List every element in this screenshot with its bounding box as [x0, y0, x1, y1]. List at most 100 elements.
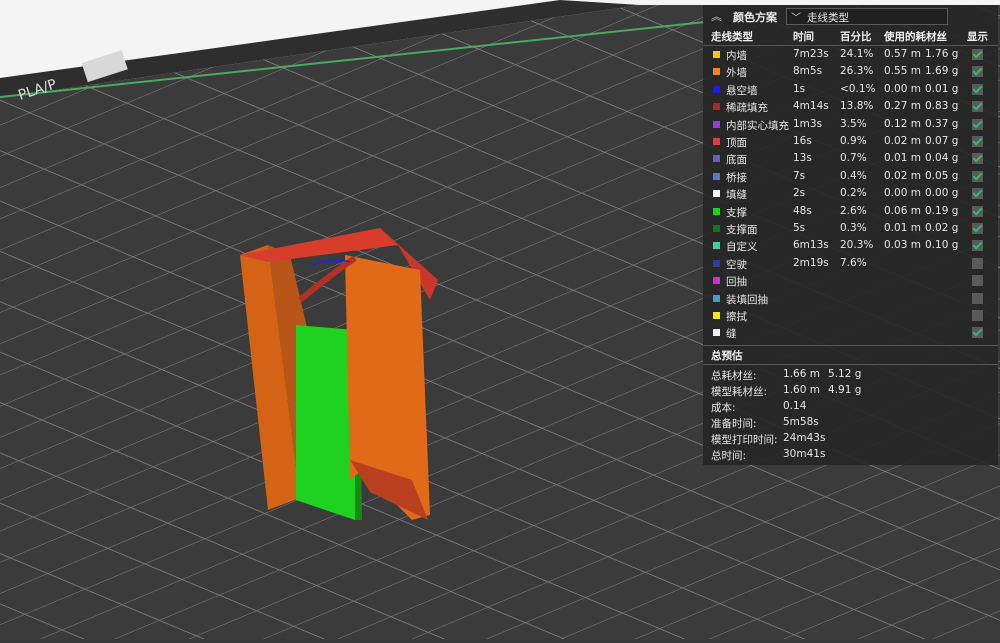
feature-length: 0.06 m	[884, 204, 921, 217]
feature-weight: 0.05 g	[925, 169, 959, 182]
summary-label: 模型打印时间:	[711, 434, 778, 446]
color-scheme-select[interactable]: ﹀ 走线类型	[786, 8, 948, 25]
summary-row: 成本: 0.14	[703, 399, 998, 415]
color-swatch	[713, 207, 720, 215]
feature-row[interactable]: 回抽	[703, 272, 998, 289]
show-checkbox[interactable]	[972, 327, 983, 339]
show-checkbox[interactable]	[972, 153, 983, 165]
summary-label: 总时间:	[711, 450, 747, 462]
feature-time: 7s	[793, 169, 806, 182]
feature-row[interactable]: 填缝 2s 0.2% 0.00 m 0.00 g	[703, 185, 998, 202]
feature-length: 0.57 m	[884, 48, 921, 60]
feature-weight: 0.02 g	[925, 222, 959, 234]
feature-time: 1m3s	[793, 117, 823, 130]
feature-name: 顶面	[726, 137, 747, 149]
printed-model[interactable]	[240, 228, 438, 520]
show-checkbox[interactable]	[972, 83, 983, 95]
feature-row[interactable]: 装填回抽	[703, 290, 998, 307]
feature-weight: 0.01 g	[925, 82, 959, 95]
feature-row[interactable]: 支撑 48s 2.6% 0.06 m 0.19 g	[703, 203, 998, 220]
feature-name: 擦拭	[726, 311, 747, 323]
summary-row: 模型耗材丝: 1.60 m 4.91 g	[703, 383, 998, 399]
feature-percent: 0.2%	[840, 187, 867, 200]
show-checkbox[interactable]	[972, 292, 983, 304]
feature-name: 内墙	[726, 50, 747, 62]
feature-percent: 0.7%	[840, 152, 867, 165]
show-checkbox[interactable]	[972, 101, 983, 113]
feature-weight: 0.04 g	[925, 152, 959, 165]
color-swatch	[713, 225, 720, 232]
feature-row[interactable]: 桥接 7s 0.4% 0.02 m 0.05 g	[703, 168, 998, 185]
feature-length: 0.27 m	[884, 100, 921, 113]
color-swatch	[713, 51, 720, 58]
summary-label: 准备时间:	[711, 418, 757, 430]
color-swatch	[713, 103, 720, 111]
summary-row: 模型打印时间: 24m43s	[703, 431, 998, 447]
color-swatch	[713, 120, 720, 128]
feature-name: 支撑面	[726, 224, 758, 236]
feature-percent: 0.9%	[840, 135, 867, 147]
feature-time: 2s	[793, 187, 806, 200]
feature-time: 8m5s	[793, 65, 823, 78]
collapse-icon[interactable]: ︽	[711, 8, 722, 24]
summary-row: 准备时间: 5m58s	[703, 415, 998, 431]
summary-row: 总时间: 30m41s	[703, 447, 998, 463]
show-checkbox[interactable]	[972, 136, 983, 147]
column-header-type: 走线类型	[711, 31, 753, 43]
show-checkbox[interactable]	[972, 257, 983, 269]
feature-row[interactable]: 空驶 2m19s 7.6%	[703, 255, 998, 272]
feature-weight: 0.37 g	[925, 117, 959, 130]
show-checkbox[interactable]	[972, 66, 983, 78]
feature-row[interactable]: 内部实心填充 1m3s 3.5% 0.12 m 0.37 g	[703, 116, 998, 133]
feature-percent: 24.1%	[840, 48, 874, 60]
color-swatch	[713, 312, 720, 319]
feature-row[interactable]: 自定义 6m13s 20.3% 0.03 m 0.10 g	[703, 237, 998, 254]
color-swatch	[713, 85, 720, 93]
show-checkbox[interactable]	[972, 118, 983, 130]
feature-percent: 7.6%	[840, 256, 867, 269]
feature-row[interactable]: 悬空墙 1s <0.1% 0.00 m 0.01 g	[703, 81, 998, 98]
show-checkbox[interactable]	[972, 310, 983, 321]
color-scheme-panel: ︽ 颜色方案 ﹀ 走线类型 走线类型 时间 百分比 使用的耗材丝 显示 内墙 7m…	[703, 5, 998, 465]
show-checkbox[interactable]	[972, 275, 983, 287]
feature-percent: 3.5%	[840, 117, 867, 130]
feature-length: 0.00 m	[884, 187, 921, 200]
feature-row[interactable]: 底面 13s 0.7% 0.01 m 0.04 g	[703, 150, 998, 167]
show-checkbox[interactable]	[972, 205, 983, 217]
feature-time: 5s	[793, 222, 806, 234]
feature-row[interactable]: 顶面 16s 0.9% 0.02 m 0.07 g	[703, 133, 998, 150]
feature-percent: 20.3%	[840, 239, 874, 252]
feature-row[interactable]: 缝	[703, 324, 998, 341]
show-checkbox[interactable]	[972, 240, 983, 252]
feature-name: 空驶	[726, 258, 747, 271]
feature-name: 内部实心填充	[726, 119, 789, 132]
summary-label: 总耗材丝:	[711, 370, 757, 382]
show-checkbox[interactable]	[972, 49, 983, 60]
feature-row[interactable]: 支撑面 5s 0.3% 0.01 m 0.02 g	[703, 220, 998, 237]
summary-value: 1.66 m	[783, 368, 820, 380]
panel-title: 颜色方案	[733, 11, 777, 24]
feature-percent: 0.3%	[840, 222, 867, 234]
color-swatch	[713, 242, 720, 250]
feature-time: 16s	[793, 135, 812, 147]
feature-name: 支撑	[726, 206, 747, 219]
show-checkbox[interactable]	[972, 170, 983, 182]
feature-name: 回抽	[726, 276, 747, 289]
summary-divider	[703, 345, 998, 346]
feature-row[interactable]: 外墙 8m5s 26.3% 0.55 m 1.69 g	[703, 63, 998, 80]
color-scheme-value: 走线类型	[807, 12, 849, 24]
feature-row[interactable]: 稀疏填充 4m14s 13.8% 0.27 m 0.83 g	[703, 98, 998, 115]
color-swatch	[713, 138, 720, 145]
feature-length: 0.02 m	[884, 135, 921, 147]
feature-length: 0.01 m	[884, 222, 921, 234]
color-swatch	[713, 294, 720, 302]
show-checkbox[interactable]	[972, 188, 983, 200]
summary-value: 30m41s	[783, 448, 826, 460]
column-header-show: 显示	[967, 31, 988, 43]
feature-weight: 0.07 g	[925, 135, 959, 147]
feature-row[interactable]: 内墙 7m23s 24.1% 0.57 m 1.76 g	[703, 46, 998, 63]
column-header-time: 时间	[793, 31, 814, 43]
feature-length: 0.00 m	[884, 82, 921, 95]
feature-row[interactable]: 擦拭	[703, 307, 998, 324]
show-checkbox[interactable]	[972, 223, 983, 234]
